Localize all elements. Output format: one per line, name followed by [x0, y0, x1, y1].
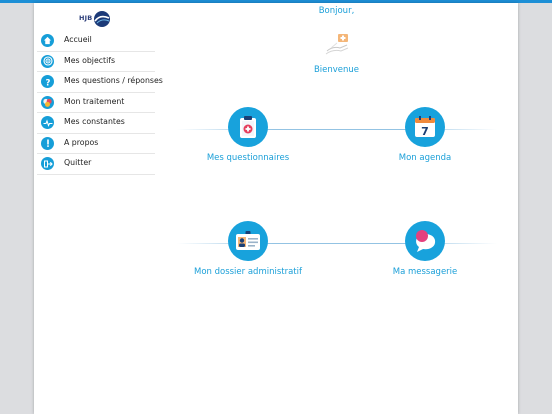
tile-messagerie[interactable]: Ma messagerie [365, 221, 485, 277]
exit-icon [41, 157, 54, 170]
welcome-text: Bienvenue [313, 65, 360, 75]
logo-text: HJB [79, 14, 93, 22]
sidebar-item-label: Mon traitement [64, 96, 125, 106]
sidebar-item-objectifs[interactable]: Mes objectifs [37, 52, 155, 72]
calendar-icon: 7 [405, 107, 445, 147]
sidebar-item-constantes[interactable]: Mes constantes [37, 113, 155, 134]
calendar-day: 7 [421, 125, 429, 138]
tile-label: Mon agenda [398, 153, 452, 163]
sidebar-item-label: Mes objectifs [64, 55, 116, 65]
chat-bubble-icon [405, 221, 445, 261]
tile-label: Mon dossier administratif [193, 267, 302, 277]
sidebar-item-quitter[interactable]: Quitter [37, 154, 155, 175]
pulse-icon [41, 116, 54, 129]
sidebar-item-label: Mes constantes [64, 117, 125, 126]
sidebar-item-a-propos[interactable]: A propos [37, 134, 155, 154]
tile-agenda[interactable]: 7 Mon agenda [365, 107, 485, 163]
target-icon [41, 54, 54, 68]
question-icon: ? [41, 75, 54, 88]
home-icon [41, 34, 54, 47]
sidebar-item-questions[interactable]: ? Mes questions / réponses [37, 72, 163, 93]
tile-label: Mes questionnaires [206, 153, 290, 163]
sidebar-menu: Accueil Mes objectifs ? Mes questions / … [37, 31, 163, 175]
main-content: Bonjour, Bienvenue Mes questionnaires 7 … [155, 3, 518, 414]
app-window: HJB Accueil Mes objectifs ? Mes question… [34, 3, 518, 414]
sidebar-item-traitement[interactable]: Mon traitement [37, 93, 155, 113]
info-icon [41, 136, 54, 150]
id-card-icon [228, 221, 268, 261]
hospital-logo: HJB [79, 11, 111, 27]
svg-text:?: ? [45, 78, 50, 87]
sidebar-item-label: Accueil [64, 35, 92, 44]
welcome-illustration-icon [323, 31, 351, 57]
sidebar-item-label: Mes questions / réponses [64, 76, 163, 85]
tile-label: Ma messagerie [392, 267, 458, 277]
sidebar: HJB Accueil Mes objectifs ? Mes question… [34, 3, 163, 414]
clipboard-icon [228, 107, 268, 147]
greeting-text: Bonjour, [318, 6, 355, 16]
logo-wave-icon [94, 11, 110, 27]
sidebar-item-label: A propos [64, 137, 99, 147]
sidebar-item-label: Quitter [64, 158, 92, 167]
tile-dossier-administratif[interactable]: Mon dossier administratif [188, 221, 308, 277]
tile-questionnaires[interactable]: Mes questionnaires [188, 107, 308, 163]
pills-icon [41, 95, 54, 109]
sidebar-item-accueil[interactable]: Accueil [37, 31, 155, 52]
